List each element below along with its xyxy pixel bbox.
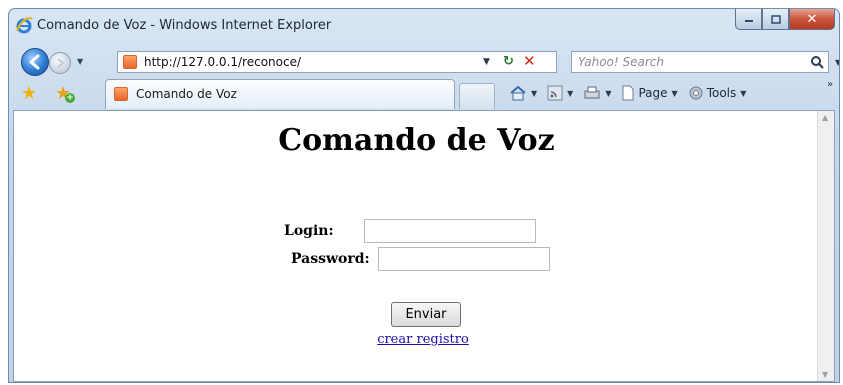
favorites-bar: ★ ★ + Comando de Voz ▼ ▼ ▼ Page ▼ Tools …	[9, 73, 839, 111]
page-icon	[622, 85, 634, 101]
maximize-button[interactable]	[762, 9, 789, 30]
page-favicon-icon	[123, 55, 137, 69]
browser-window: Comando de Voz - Windows Internet Explor…	[8, 8, 840, 383]
window-controls: ✕	[735, 9, 835, 30]
feeds-button[interactable]: ▼	[547, 85, 577, 101]
tab-comando-de-voz[interactable]: Comando de Voz	[105, 79, 455, 109]
add-favorites-plus-icon: +	[65, 93, 75, 103]
new-tab-button[interactable]	[459, 83, 495, 109]
minimize-button[interactable]	[735, 9, 762, 30]
home-icon	[510, 85, 526, 101]
vertical-scrollbar[interactable]: ▲ ▼	[817, 111, 834, 381]
favorites-star-icon[interactable]: ★	[21, 83, 37, 104]
command-bar: ▼ ▼ ▼ Page ▼ Tools ▼	[509, 81, 756, 105]
window-title: Comando de Voz - Windows Internet Explor…	[37, 18, 332, 33]
address-bar[interactable]: http://127.0.0.1/reconoce/	[117, 51, 557, 73]
forward-arrow-icon	[57, 58, 65, 68]
url-text[interactable]: http://127.0.0.1/reconoce/	[144, 55, 301, 69]
search-placeholder: Yahoo! Search	[578, 55, 664, 69]
maximize-icon	[770, 14, 781, 24]
address-dropdown-icon[interactable]: ▼	[483, 57, 490, 67]
search-input[interactable]: Yahoo! Search	[571, 51, 829, 73]
login-label: Login:	[284, 223, 334, 239]
page-heading: Comando de Voz	[278, 123, 555, 158]
tools-dropdown-icon[interactable]: ▼	[740, 89, 746, 98]
search-icon[interactable]	[809, 55, 829, 71]
page-menu-label: Page	[638, 86, 668, 100]
print-dropdown-icon[interactable]: ▼	[605, 89, 611, 98]
address-row: ▼ http://127.0.0.1/reconoce/ ▼ ↻ ✕ Yahoo…	[9, 43, 839, 76]
close-icon: ✕	[806, 11, 818, 27]
tools-menu-label: Tools	[706, 86, 737, 100]
create-account-link[interactable]: crear registro	[14, 332, 832, 347]
feeds-dropdown-icon[interactable]: ▼	[567, 89, 573, 98]
password-field[interactable]	[378, 247, 550, 271]
minimize-icon	[744, 20, 753, 22]
more-commands-chevron-icon[interactable]: »	[827, 79, 833, 90]
gear-icon	[689, 86, 703, 100]
close-button[interactable]: ✕	[789, 9, 835, 30]
login-field[interactable]	[364, 219, 536, 243]
search-dropdown-icon[interactable]: ▼	[835, 58, 839, 67]
page-menu-button[interactable]: Page ▼	[621, 85, 681, 101]
refresh-icon[interactable]: ↻	[503, 54, 514, 69]
page-dropdown-icon[interactable]: ▼	[672, 89, 678, 98]
stop-icon[interactable]: ✕	[523, 52, 536, 70]
scroll-down-icon[interactable]: ▼	[822, 370, 828, 379]
back-button[interactable]	[21, 48, 49, 76]
recent-pages-dropdown-icon[interactable]: ▼	[77, 57, 83, 66]
title-bar: Comando de Voz - Windows Internet Explor…	[9, 9, 839, 43]
scroll-up-icon[interactable]: ▲	[822, 113, 828, 122]
tab-favicon-icon	[114, 87, 128, 101]
tab-label: Comando de Voz	[136, 87, 237, 101]
home-button[interactable]: ▼	[509, 85, 541, 101]
forward-button[interactable]	[49, 52, 71, 74]
back-arrow-icon	[29, 54, 40, 70]
print-icon	[584, 86, 600, 99]
print-button[interactable]: ▼	[583, 85, 615, 101]
tools-menu-button[interactable]: Tools ▼	[688, 85, 751, 101]
page-content: Comando de Voz Login: Password: Enviar c…	[13, 110, 835, 382]
submit-button[interactable]: Enviar	[391, 302, 461, 327]
internet-explorer-icon	[16, 17, 33, 34]
home-dropdown-icon[interactable]: ▼	[531, 89, 537, 98]
password-label: Password:	[291, 251, 370, 267]
feeds-icon	[547, 85, 563, 101]
